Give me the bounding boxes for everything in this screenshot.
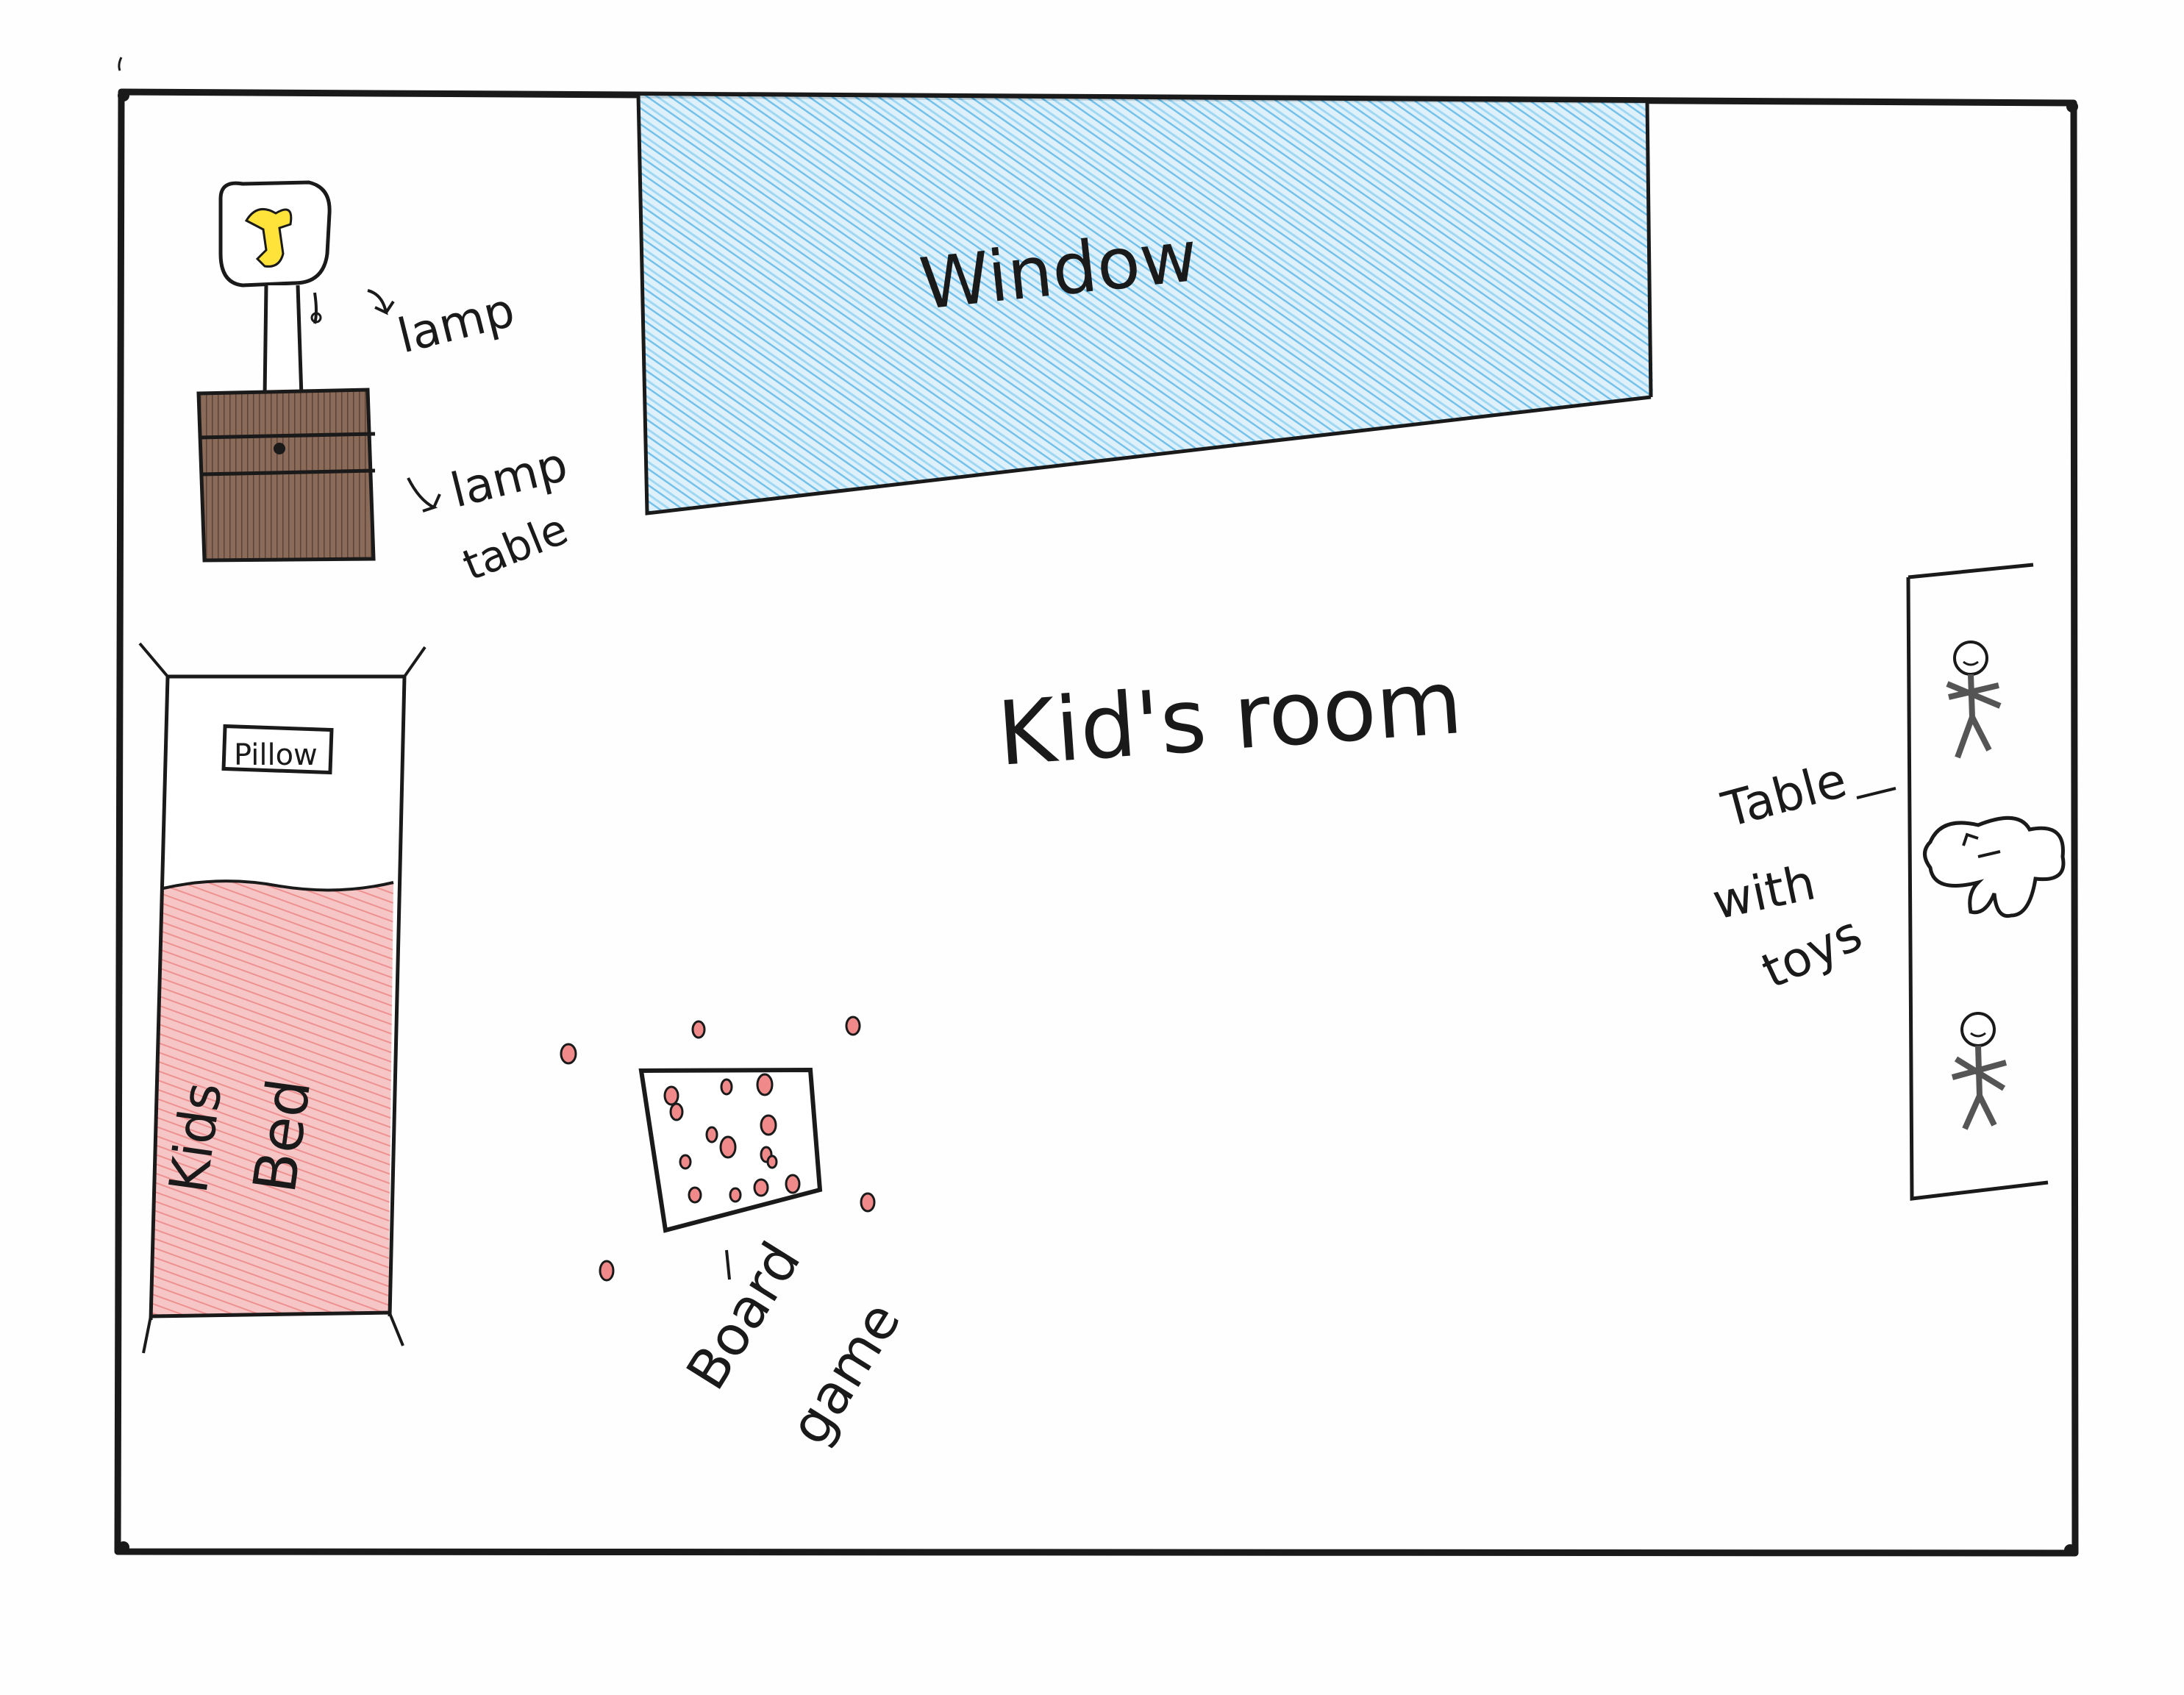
- toys-label-line2: with: [1707, 854, 1820, 930]
- board-game: Board game: [560, 1016, 913, 1456]
- corner-mark: [2064, 1544, 2076, 1556]
- window: Window: [636, 93, 1653, 515]
- corner-mark: [118, 90, 129, 101]
- board-label-line1: Board: [674, 1232, 813, 1401]
- lamp-label: lamp: [393, 283, 520, 365]
- drawing-sheet: Window lamp lamp table Pillow Kids Bed B…: [0, 0, 2184, 1695]
- teddy-toy-icon: [1923, 816, 2066, 918]
- board-label-line2: game: [777, 1291, 913, 1456]
- lamp-table-label-line2: table: [456, 504, 575, 590]
- kids-bed: Pillow Kids Bed: [138, 642, 427, 1354]
- stray-mark: [118, 57, 123, 71]
- corner-mark: [118, 1541, 129, 1553]
- room-title: Kid's room: [994, 652, 1465, 786]
- toys-label-line1: Table: [1716, 752, 1852, 839]
- room-diagram: Window lamp lamp table Pillow Kids Bed B…: [114, 57, 2079, 1557]
- stick-figure-toy-icon: [1946, 640, 2002, 759]
- lamp-table: lamp table: [196, 388, 575, 590]
- drawer-knob: [274, 443, 285, 454]
- toy-table: Table with toys: [1707, 563, 2066, 1201]
- stick-figure-toy-icon-2: [1951, 1012, 2008, 1130]
- lamp: lamp: [218, 180, 520, 399]
- corner-mark: [2066, 101, 2078, 113]
- pillow-label: Pillow: [234, 738, 318, 772]
